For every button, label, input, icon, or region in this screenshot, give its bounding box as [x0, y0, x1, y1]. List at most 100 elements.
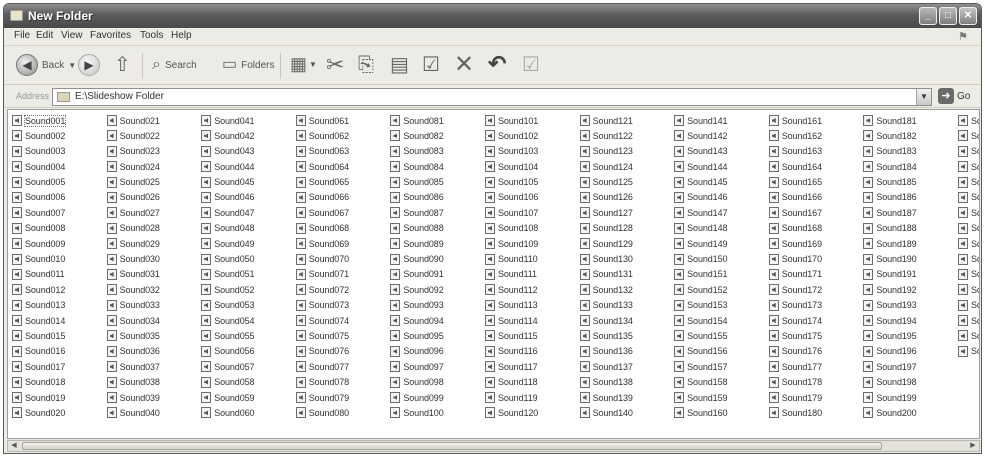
file-item[interactable]: Sound109: [484, 236, 580, 251]
file-item[interactable]: Sound069: [295, 236, 391, 251]
file-item[interactable]: Sound198: [863, 375, 958, 390]
file-item[interactable]: Sound171: [768, 267, 864, 282]
file-item[interactable]: Sound195: [863, 328, 958, 343]
file-item[interactable]: Sound115: [484, 328, 580, 343]
file-item[interactable]: Sound009: [12, 236, 107, 251]
file-item[interactable]: Sound159: [674, 390, 769, 405]
file-item[interactable]: Sound003: [12, 144, 107, 159]
file-item[interactable]: Sound178: [768, 375, 864, 390]
file-item[interactable]: Sound098: [390, 375, 485, 390]
file-item[interactable]: Sound071: [295, 267, 391, 282]
file-item[interactable]: Sound021: [106, 113, 202, 128]
file-item[interactable]: Sound102: [484, 128, 580, 143]
file-item[interactable]: Sound090: [390, 252, 485, 267]
file-item[interactable]: Sound134: [579, 313, 675, 328]
file-item[interactable]: Sound103: [484, 144, 580, 159]
file-item[interactable]: Sound116: [484, 344, 580, 359]
file-item[interactable]: Sound101: [484, 113, 580, 128]
file-item[interactable]: Sound028: [106, 221, 202, 236]
file-item[interactable]: Sound196: [863, 344, 958, 359]
file-item[interactable]: Sound088: [390, 221, 485, 236]
file-item[interactable]: Sound096: [390, 344, 485, 359]
file-item[interactable]: Sound052: [201, 282, 296, 297]
file-item[interactable]: Sound150: [674, 252, 769, 267]
file-item[interactable]: Sound199: [863, 390, 958, 405]
file-item[interactable]: Sound135: [579, 328, 675, 343]
file-item[interactable]: Sound067: [295, 205, 391, 220]
file-item[interactable]: Sound091: [390, 267, 485, 282]
back-button[interactable]: ◀ Back ▼: [16, 54, 76, 76]
file-item[interactable]: Sound058: [201, 375, 296, 390]
file-item[interactable]: Sound111: [484, 267, 580, 282]
file-item[interactable]: Sound005: [12, 175, 107, 190]
file-item[interactable]: Sound081: [390, 113, 485, 128]
file-item[interactable]: Sound152: [674, 282, 769, 297]
file-item[interactable]: Sound125: [579, 175, 675, 190]
file-item[interactable]: Sound163: [768, 144, 864, 159]
file-item[interactable]: Sou: [957, 221, 979, 236]
file-item[interactable]: Sound092: [390, 282, 485, 297]
file-item[interactable]: Sound015: [12, 328, 107, 343]
file-item[interactable]: Sound110: [484, 252, 580, 267]
search-button[interactable]: ⌕ Search: [152, 57, 197, 73]
file-item[interactable]: Sound086: [390, 190, 485, 205]
file-item[interactable]: Sound190: [863, 252, 958, 267]
file-item[interactable]: Sound079: [295, 390, 391, 405]
file-item[interactable]: Sound191: [863, 267, 958, 282]
file-item[interactable]: Sound047: [201, 205, 296, 220]
file-item[interactable]: Sound040: [106, 405, 202, 420]
address-dropdown-button[interactable]: ▼: [916, 89, 931, 105]
file-item[interactable]: Sound122: [579, 128, 675, 143]
file-item[interactable]: Sound164: [768, 159, 864, 174]
file-item[interactable]: Sound039: [106, 390, 202, 405]
file-item[interactable]: Sound035: [106, 328, 202, 343]
file-item[interactable]: Sound118: [484, 375, 580, 390]
file-item[interactable]: Sound146: [674, 190, 769, 205]
file-item[interactable]: Sound016: [12, 344, 107, 359]
file-item[interactable]: Sound008: [12, 221, 107, 236]
file-item[interactable]: Sou: [957, 282, 979, 297]
file-item[interactable]: Sou: [957, 267, 979, 282]
maximize-button[interactable]: □: [939, 7, 957, 25]
file-item[interactable]: Sound193: [863, 298, 958, 313]
file-item[interactable]: Sou: [957, 205, 979, 220]
file-item[interactable]: Sound176: [768, 344, 864, 359]
file-item[interactable]: Sound099: [390, 390, 485, 405]
file-item[interactable]: Sou: [957, 313, 979, 328]
file-item[interactable]: Sound056: [201, 344, 296, 359]
file-item[interactable]: Sou: [957, 328, 979, 343]
file-item[interactable]: Sound065: [295, 175, 391, 190]
file-item[interactable]: Sound018: [12, 375, 107, 390]
scrollbar-thumb[interactable]: [22, 442, 882, 450]
file-item[interactable]: Sound123: [579, 144, 675, 159]
file-item[interactable]: Sound139: [579, 390, 675, 405]
file-item[interactable]: Sound175: [768, 328, 864, 343]
delete-button[interactable]: ✕: [454, 53, 474, 77]
file-item[interactable]: Sound012: [12, 282, 107, 297]
file-item[interactable]: Sound068: [295, 221, 391, 236]
file-item[interactable]: Sound057: [201, 359, 296, 374]
file-item[interactable]: Sound166: [768, 190, 864, 205]
file-item[interactable]: Sound022: [106, 128, 202, 143]
file-item[interactable]: Sound179: [768, 390, 864, 405]
views-button[interactable]: ▦ ▼: [290, 55, 317, 73]
menu-edit[interactable]: Edit: [36, 30, 53, 41]
file-item[interactable]: Sound192: [863, 282, 958, 297]
title-bar[interactable]: New Folder _ □ ✕: [4, 4, 981, 28]
file-item[interactable]: Sound031: [106, 267, 202, 282]
copy-to-button[interactable]: ⎘: [358, 55, 374, 75]
file-item[interactable]: Sou: [957, 298, 979, 313]
move-to-button[interactable]: ✂: [326, 54, 344, 76]
file-item[interactable]: Sound036: [106, 344, 202, 359]
file-item[interactable]: Sound066: [295, 190, 391, 205]
file-item[interactable]: Sound180: [768, 405, 864, 420]
file-item[interactable]: Sou: [957, 344, 979, 359]
file-item[interactable]: Sou: [957, 113, 979, 128]
file-item[interactable]: Sound132: [579, 282, 675, 297]
file-item[interactable]: Sound002: [12, 128, 107, 143]
file-item[interactable]: Sound074: [295, 313, 391, 328]
file-item[interactable]: Sound093: [390, 298, 485, 313]
file-item[interactable]: Sound078: [295, 375, 391, 390]
forward-button[interactable]: ▶: [78, 54, 100, 76]
file-item[interactable]: Sound062: [295, 128, 391, 143]
